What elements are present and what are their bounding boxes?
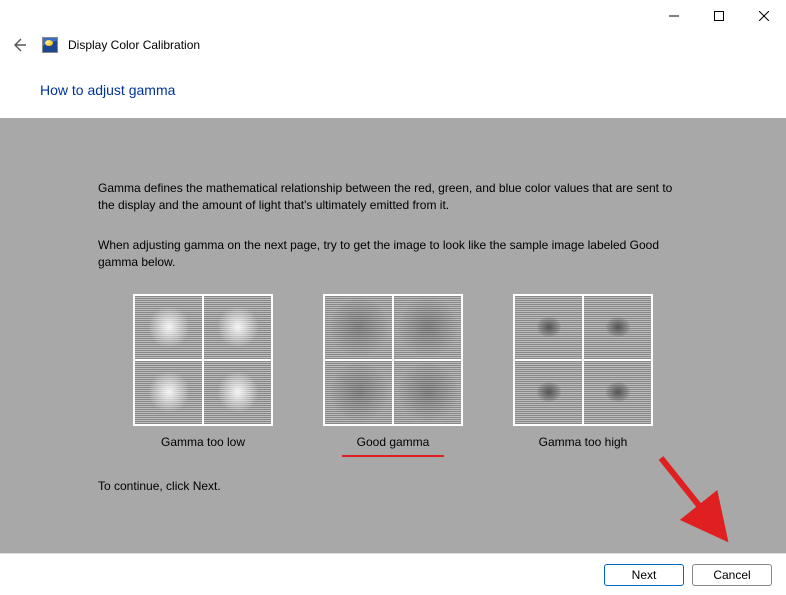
sample-gamma-good: Good gamma — [323, 294, 463, 449]
footer: Next Cancel — [0, 553, 786, 595]
next-button[interactable]: Next — [604, 564, 684, 586]
continue-instruction: To continue, click Next. — [98, 479, 688, 493]
swatch-gamma-low — [133, 294, 273, 426]
sample-gamma-low: Gamma too low — [133, 294, 273, 449]
annotation-underline — [342, 455, 445, 457]
swatch-gamma-good — [323, 294, 463, 426]
description-paragraph-1: Gamma defines the mathematical relations… — [98, 180, 688, 215]
close-button[interactable] — [741, 2, 786, 30]
cancel-button[interactable]: Cancel — [692, 564, 772, 586]
maximize-button[interactable] — [696, 2, 741, 30]
label-gamma-high: Gamma too high — [539, 435, 628, 449]
titlebar — [0, 0, 786, 30]
app-title: Display Color Calibration — [68, 38, 200, 52]
label-gamma-good: Good gamma — [357, 435, 430, 449]
page-heading: How to adjust gamma — [0, 60, 786, 118]
description-paragraph-2: When adjusting gamma on the next page, t… — [98, 237, 688, 272]
swatch-gamma-high — [513, 294, 653, 426]
annotation-arrow — [651, 453, 741, 548]
header: Display Color Calibration — [0, 30, 786, 60]
sample-gamma-high: Gamma too high — [513, 294, 653, 449]
back-button[interactable] — [10, 36, 28, 54]
app-icon — [42, 37, 58, 53]
content-area: Gamma defines the mathematical relations… — [0, 118, 786, 553]
minimize-button[interactable] — [651, 2, 696, 30]
label-gamma-low: Gamma too low — [161, 435, 245, 449]
gamma-samples-row: Gamma too low Good gamma Gamma too high — [98, 294, 688, 449]
